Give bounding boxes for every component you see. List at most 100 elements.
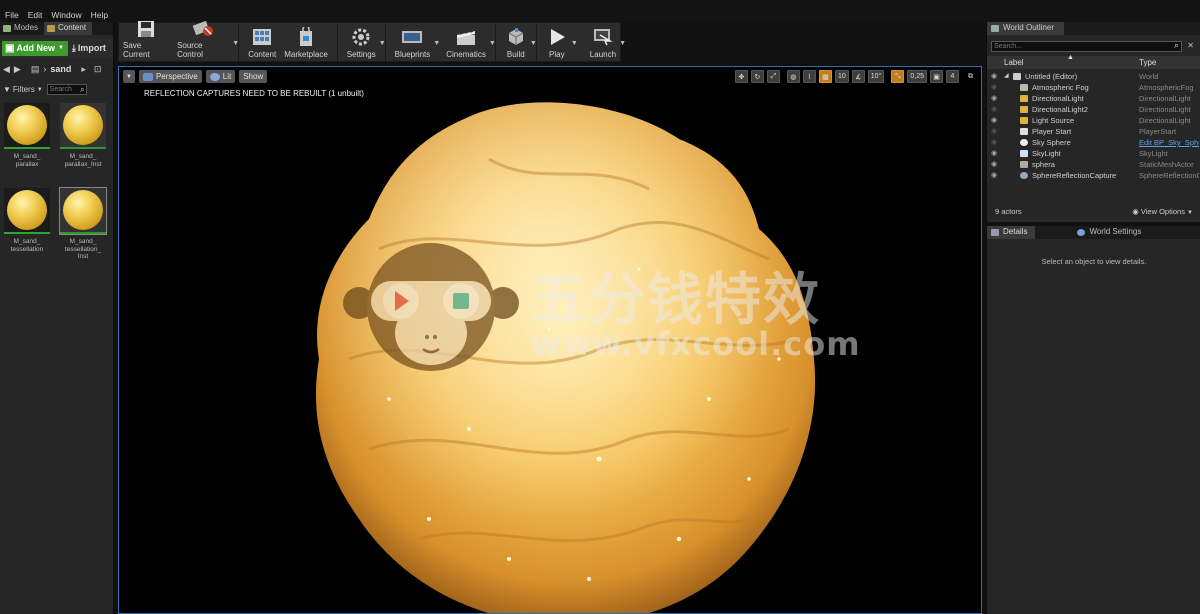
outliner-row-label: Untitled (Editor)	[1025, 72, 1078, 81]
eye-icon[interactable]: ◉	[991, 137, 997, 148]
grid-snap-icon[interactable]: ▦	[818, 70, 832, 83]
outliner-row-type: DirectionalLight	[1139, 105, 1191, 114]
asset-tile[interactable]: M_sand_ tessellation_ Inst	[59, 187, 107, 261]
eye-icon[interactable]: ◉	[991, 71, 997, 82]
eye-icon[interactable]: ◉	[991, 104, 997, 115]
world-space-icon[interactable]: ◍	[786, 70, 800, 83]
surface-snap-icon[interactable]: ⌇	[802, 70, 816, 83]
folder-icon[interactable]: ▤	[31, 64, 40, 75]
filter-bar: ▼ Filters ▼ Search ⌕	[0, 82, 113, 97]
menu-file[interactable]: File	[2, 0, 25, 20]
chevron-down-icon[interactable]: ▼	[571, 40, 578, 47]
tab-content[interactable]: Content	[44, 22, 93, 35]
blueprints-label: Blueprints	[394, 50, 431, 59]
camera-speed-value[interactable]: 4	[946, 70, 959, 83]
build-label: Build	[506, 50, 525, 59]
show-button[interactable]: Show	[239, 70, 268, 83]
menu-help[interactable]: Help	[88, 0, 114, 20]
eye-icon[interactable]: ◉	[991, 148, 997, 159]
rotation-snap-icon[interactable]: ∡	[851, 70, 865, 83]
outliner-row-label: DirectionalLight2	[1032, 105, 1088, 114]
asset-tile[interactable]: M_sand_ tessellation	[3, 188, 51, 253]
scale-icon[interactable]: ⤢	[766, 70, 780, 83]
eye-icon[interactable]: ◉	[991, 170, 997, 181]
perspective-button[interactable]: Perspective	[138, 70, 202, 83]
view-options-button[interactable]: ◉ View Options ▼	[1132, 207, 1193, 216]
outliner-row[interactable]: ◉ DirectionalLight DirectionalLight	[987, 93, 1200, 104]
menu-window[interactable]: Window	[48, 0, 87, 20]
eye-icon[interactable]: ◉	[991, 82, 997, 93]
save-current-button[interactable]: Save Current	[119, 21, 173, 61]
viewport-menu-button[interactable]: ▼	[123, 70, 135, 83]
outliner-row[interactable]: ◉ SphereReflectionCapture SphereReflection…	[987, 170, 1200, 181]
scale-snap-icon[interactable]: ⤡	[891, 70, 905, 83]
marketplace-button[interactable]: Marketplace	[280, 23, 332, 61]
eye-icon[interactable]: ◉	[991, 126, 997, 137]
scale-snap-value[interactable]: 0,25	[907, 70, 927, 83]
chevron-down-icon[interactable]: ▼	[530, 40, 537, 47]
lit-button[interactable]: Lit	[205, 70, 236, 83]
rotate-icon[interactable]: ↻	[750, 70, 764, 83]
rotation-snap-value[interactable]: 10°	[867, 70, 885, 83]
back-icon[interactable]: ◀	[3, 64, 10, 75]
settings-button[interactable]: Settings ▼	[343, 23, 386, 61]
chevron-down-icon[interactable]: ▼	[619, 40, 626, 47]
play-button[interactable]: Play ▼	[542, 23, 578, 61]
outliner-row[interactable]: ◉ Sky Sphere Edit BP_Sky_Sphere	[987, 137, 1200, 148]
asset-tile[interactable]: M_sand_ parallax	[3, 103, 51, 168]
camera-speed-icon[interactable]: ▣	[930, 70, 943, 83]
edit-blueprint-link[interactable]: Edit BP_Sky_Sphere	[1139, 137, 1199, 148]
outliner-row[interactable]: ◉ DirectionalLight2 DirectionalLight	[987, 104, 1200, 115]
source-control-label: Source Control	[177, 41, 203, 59]
asset-search-placeholder: Search	[49, 86, 72, 93]
path-bar: ◀ ▶ ▤ › sand ▸ ⊡	[0, 60, 113, 78]
content-button[interactable]: Content	[244, 23, 280, 61]
breadcrumb-sand[interactable]: sand	[50, 64, 71, 74]
translate-icon[interactable]: ✥	[734, 70, 748, 83]
outliner-row[interactable]: ◉ Light Source DirectionalLight	[987, 115, 1200, 126]
label-column-header[interactable]: Label	[1004, 58, 1024, 67]
expand-arrow-icon[interactable]: ◢	[1004, 71, 1009, 82]
outliner-row-type: World	[1139, 72, 1159, 81]
import-label: Import	[77, 43, 106, 53]
chevron-down-icon[interactable]: ▼	[489, 40, 496, 47]
chevron-down-icon[interactable]: ▼	[433, 40, 440, 47]
outliner-row[interactable]: ◉ Atmospheric Fog AtmosphericFog	[987, 82, 1200, 93]
add-new-button[interactable]: ▣ Add New ▼	[2, 40, 68, 56]
import-button[interactable]: ⤓ Import	[72, 43, 106, 54]
search-icon: ⌕	[80, 85, 85, 94]
grid-snap-value[interactable]: 10	[834, 70, 849, 83]
eye-icon[interactable]: ◉	[991, 93, 997, 104]
launch-icon	[592, 27, 614, 47]
eye-icon[interactable]: ◉	[991, 159, 997, 170]
outliner-row[interactable]: ◉ sphera StaticMeshActor	[987, 159, 1200, 170]
cinematics-button[interactable]: Cinematics ▼	[442, 23, 496, 61]
tab-world-settings[interactable]: World Settings	[1073, 226, 1149, 239]
level-viewport[interactable]: ▼ Perspective Lit Show REFLECTION CAPTUR…	[118, 66, 982, 614]
tab-world-outliner[interactable]: World Outliner	[987, 22, 1064, 35]
source-control-button[interactable]: Source Control ▼	[173, 20, 239, 61]
asset-search-input[interactable]: Search ⌕	[46, 84, 87, 95]
eye-icon[interactable]: ◉	[991, 115, 997, 126]
maximize-viewport-icon[interactable]: ⧉	[964, 70, 977, 83]
chevron-down-icon[interactable]: ▼	[379, 40, 386, 47]
type-column-header[interactable]: Type	[1139, 58, 1156, 67]
tab-modes[interactable]: Modes	[0, 22, 44, 35]
outliner-row[interactable]: ◉ SkyLight SkyLight	[987, 148, 1200, 159]
outliner-row[interactable]: ◉ ◢ Untitled (Editor) World	[987, 71, 1200, 82]
close-icon[interactable]: ✕	[1187, 41, 1194, 50]
forward-icon[interactable]: ▶	[14, 64, 21, 75]
save-current-label: Save Current	[123, 41, 150, 59]
launch-button[interactable]: Launch ▼	[586, 23, 626, 61]
filters-button[interactable]: ▼ Filters ▼	[3, 85, 43, 94]
build-button[interactable]: Build ▼	[501, 23, 537, 61]
asset-tile[interactable]: M_sand_ parallax_Inst	[59, 103, 107, 168]
asset-thumbnail	[4, 188, 50, 234]
tab-details[interactable]: Details	[987, 226, 1036, 239]
lock-icon[interactable]: ⊡	[94, 64, 102, 75]
outliner-row[interactable]: ◉ Player Start PlayerStart	[987, 126, 1200, 137]
blueprints-button[interactable]: Blueprints ▼	[391, 23, 440, 61]
menu-edit[interactable]: Edit	[25, 0, 49, 20]
chevron-down-icon[interactable]: ▼	[232, 40, 239, 47]
outliner-search-input[interactable]: Search... ⌕	[991, 41, 1182, 52]
